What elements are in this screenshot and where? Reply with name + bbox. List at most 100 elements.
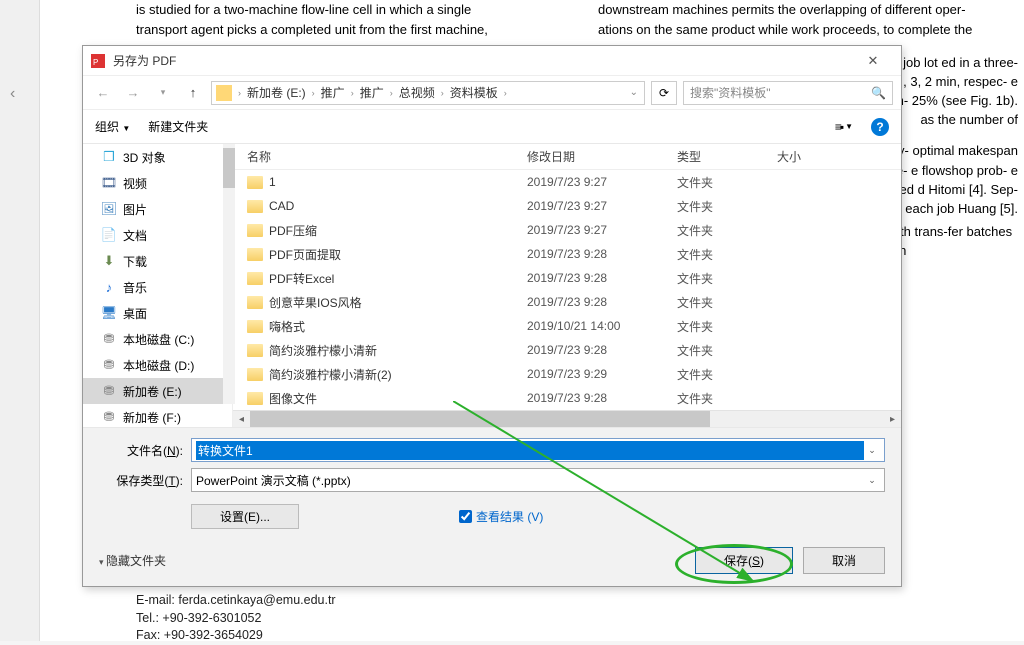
drive-icon: ⛃ — [101, 357, 117, 373]
image-icon: 🖼 — [101, 201, 117, 217]
file-row[interactable]: 嗨格式2019/10/21 14:00文件夹 — [233, 314, 901, 338]
folder-icon — [247, 272, 263, 285]
folder-icon — [247, 344, 263, 357]
tree-label: 音乐 — [123, 279, 147, 296]
tree-item[interactable]: ⬇下载 — [83, 248, 232, 274]
chevron-down-icon[interactable]: ⌄ — [864, 445, 880, 456]
download-icon: ⬇ — [101, 253, 117, 269]
bc-seg[interactable]: 新加卷 (E:) — [243, 84, 310, 101]
file-row[interactable]: PDF压缩2019/7/23 9:27文件夹 — [233, 218, 901, 242]
file-date: 2019/7/23 9:28 — [527, 247, 677, 261]
tree-label: 本地磁盘 (D:) — [123, 357, 194, 374]
file-type: 文件夹 — [677, 270, 777, 287]
desktop-icon: 🖥 — [101, 305, 117, 321]
breadcrumb[interactable]: › 新加卷 (E:)› 推广› 推广› 总视频› 资料模板› ⌄ — [211, 81, 645, 105]
help-button[interactable]: ? — [871, 118, 889, 136]
file-type: 文件夹 — [677, 318, 777, 335]
music-icon: ♪ — [101, 279, 117, 295]
col-name[interactable]: 名称 — [247, 148, 527, 165]
cube-icon: ❒ — [101, 149, 117, 165]
file-type: 文件夹 — [677, 246, 777, 263]
tree-item[interactable]: 🖥 桌面 — [83, 300, 232, 326]
nav-up-button[interactable]: ↑ — [181, 81, 205, 105]
file-row[interactable]: 简约淡雅柠檬小清新(2) 2019/7/23 9:29文件夹 — [233, 362, 901, 386]
file-name: PDF页面提取 — [269, 246, 341, 263]
file-name: CAD — [269, 199, 294, 213]
hide-folders-toggle[interactable]: 隐藏文件夹 — [99, 552, 166, 569]
file-row[interactable]: 12019/7/23 9:27文件夹 — [233, 170, 901, 194]
h-scrollbar[interactable]: ◂▸ — [233, 410, 901, 427]
file-date: 2019/7/23 9:27 — [527, 199, 677, 213]
tree-item[interactable]: ❒3D 对象 — [83, 144, 232, 170]
file-row[interactable]: 简约淡雅柠檬小清新 2019/7/23 9:28文件夹 — [233, 338, 901, 362]
file-date: 2019/7/23 9:28 — [527, 271, 677, 285]
filetype-select[interactable]: PowerPoint 演示文稿 (*.pptx) ⌄ — [191, 468, 885, 492]
file-date: 2019/7/23 9:28 — [527, 343, 677, 357]
bg-tel: Tel.: +90-392-6301052 — [136, 610, 336, 628]
col-size[interactable]: 大小 — [777, 148, 901, 165]
tree-label: 新加卷 (E:) — [123, 383, 182, 400]
view-result-checkbox[interactable]: 查看结果 (V) — [459, 508, 543, 525]
file-name: 图像文件 — [269, 390, 317, 407]
file-name: 1 — [269, 175, 276, 189]
folder-icon — [247, 224, 263, 237]
bg-fax: Fax: +90-392-3654029 — [136, 627, 336, 645]
nav-fwd-button[interactable]: → — [121, 81, 145, 105]
panel-chevron-icon: ‹ — [10, 85, 15, 103]
file-row[interactable]: CAD2019/7/23 9:27文件夹 — [233, 194, 901, 218]
nav-back-button[interactable]: ← — [91, 81, 115, 105]
cancel-button[interactable]: 取消 — [803, 547, 885, 574]
folder-icon — [247, 392, 263, 405]
tree-item[interactable]: ⛃新加卷 (F:) — [83, 404, 232, 427]
settings-button[interactable]: 设置(E)... — [191, 504, 299, 529]
tree-item[interactable]: 🎞视频 — [83, 170, 232, 196]
tree-label: 图片 — [123, 201, 147, 218]
view-mode-button[interactable]: ≡▪ ▼ — [835, 120, 853, 134]
tree-item[interactable]: 📄文档 — [83, 222, 232, 248]
film-icon: 🎞 — [101, 175, 117, 191]
file-row[interactable]: 图像文件2019/7/23 9:28文件夹 — [233, 386, 901, 410]
tree-scrollbar-thumb[interactable] — [223, 148, 235, 188]
search-input[interactable]: 搜索"资料模板" 🔍 — [683, 81, 893, 105]
tree-label: 桌面 — [123, 305, 147, 322]
file-date: 2019/7/23 9:28 — [527, 391, 677, 405]
bg-email: E-mail: ferda.cetinkaya@emu.edu.tr — [136, 592, 336, 610]
filename-label: 文件名(N): — [99, 442, 191, 459]
tree-item[interactable]: 🖼 图片 — [83, 196, 232, 222]
file-row[interactable]: PDF转Excel2019/7/23 9:28文件夹 — [233, 266, 901, 290]
file-type: 文件夹 — [677, 294, 777, 311]
drive-icon: ⛃ — [101, 383, 117, 399]
tree-item[interactable]: ⛃ 新加卷 (E:) — [83, 378, 232, 404]
file-type: 文件夹 — [677, 342, 777, 359]
file-name: 简约淡雅柠檬小清新 — [269, 342, 377, 359]
folder-icon — [247, 176, 263, 189]
file-date: 2019/7/23 9:28 — [527, 295, 677, 309]
close-button[interactable]: ✕ — [853, 53, 893, 69]
nav-recent-button[interactable]: ▾ — [151, 81, 175, 105]
file-date: 2019/7/23 9:29 — [527, 367, 677, 381]
filetype-label: 保存类型(T): — [99, 472, 191, 489]
col-type[interactable]: 类型 — [677, 148, 777, 165]
file-type: 文件夹 — [677, 366, 777, 383]
bc-seg[interactable]: 推广 — [356, 84, 388, 101]
refresh-button[interactable]: ⟳ — [651, 81, 677, 105]
chevron-down-icon[interactable]: ⌄ — [864, 475, 880, 486]
bc-seg[interactable]: 总视频 — [395, 84, 439, 101]
tree-item[interactable]: ⛃本地磁盘 (C:) — [83, 326, 232, 352]
bc-seg[interactable]: 推广 — [317, 84, 349, 101]
col-date[interactable]: 修改日期 — [527, 148, 677, 165]
file-row[interactable]: PDF页面提取 2019/7/23 9:28文件夹 — [233, 242, 901, 266]
tree-item[interactable]: ⛃ 本地磁盘 (D:) — [83, 352, 232, 378]
filename-input[interactable]: 转换文件1 ⌄ — [191, 438, 885, 462]
file-name: 简约淡雅柠檬小清新(2) — [269, 366, 392, 383]
tree-item[interactable]: ♪ 音乐 — [83, 274, 232, 300]
tree-label: 本地磁盘 (C:) — [123, 331, 194, 348]
file-name: 创意苹果IOS风格 — [269, 294, 362, 311]
tree-label: 文档 — [123, 227, 147, 244]
save-button[interactable]: 保存(S) — [695, 547, 793, 574]
file-row[interactable]: 创意苹果IOS风格 2019/7/23 9:28文件夹 — [233, 290, 901, 314]
bc-seg[interactable]: 资料模板 — [446, 84, 502, 101]
organize-button[interactable]: 组织 ▼ — [95, 118, 130, 135]
new-folder-button[interactable]: 新建文件夹 — [148, 118, 208, 135]
dialog-title: 另存为 PDF — [113, 52, 853, 69]
